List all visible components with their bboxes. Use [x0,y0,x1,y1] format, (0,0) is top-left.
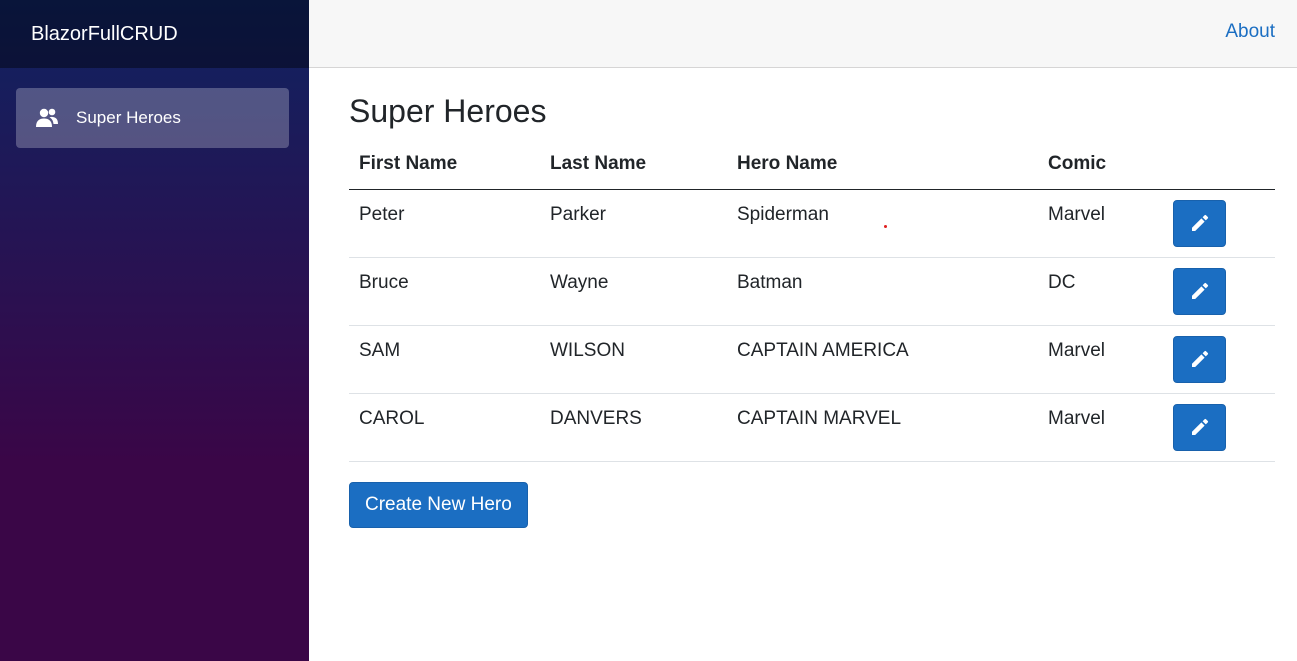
about-link[interactable]: About [1225,21,1275,43]
pencil-icon [1191,350,1208,367]
cell-actions [1163,393,1275,462]
create-new-hero-button[interactable]: Create New Hero [349,481,528,528]
people-icon [35,107,59,129]
cell-actions [1163,257,1275,326]
top-row: About [309,0,1297,68]
pencil-icon [1191,282,1208,299]
cell-hero-name: Batman [727,257,1038,326]
main-content: Super Heroes First Name Last Name Hero N… [349,68,1275,528]
table-row: Bruce Wayne Batman DC [349,257,1275,326]
sidebar-item-super-heroes[interactable]: Super Heroes [16,88,289,148]
heroes-table: First Name Last Name Hero Name Comic Pet… [349,143,1275,462]
column-header-first-name: First Name [349,143,540,190]
cell-comic: Marvel [1038,325,1163,394]
sidebar-nav: Super Heroes [0,68,309,148]
table-row: CAROL DANVERS CAPTAIN MARVEL Marvel [349,393,1275,462]
cell-comic: DC [1038,257,1163,326]
cell-hero-name: CAPTAIN MARVEL [727,393,1038,462]
table-row: Peter Parker Spiderman Marvel [349,189,1275,258]
edit-button[interactable] [1173,199,1226,247]
page-title: Super Heroes [349,93,547,129]
cell-last-name: Parker [540,189,727,258]
cell-last-name: Wayne [540,257,727,326]
edit-button[interactable] [1173,267,1226,315]
cell-actions [1163,189,1275,258]
cell-first-name: Bruce [349,257,540,326]
sidebar-item-label: Super Heroes [76,108,181,127]
cell-first-name: Peter [349,189,540,258]
cell-comic: Marvel [1038,189,1163,258]
app-root: BlazorFullCRUD Super Heroes About Super … [0,0,1297,661]
cell-hero-name: Spiderman [727,189,1038,258]
cell-first-name: CAROL [349,393,540,462]
edit-button[interactable] [1173,335,1226,383]
cursor-dot [884,225,887,228]
column-header-comic: Comic [1038,143,1163,190]
table-row: SAM WILSON CAPTAIN AMERICA Marvel [349,325,1275,394]
sidebar: BlazorFullCRUD Super Heroes [0,0,309,661]
cell-last-name: DANVERS [540,393,727,462]
edit-button[interactable] [1173,403,1226,451]
column-header-last-name: Last Name [540,143,727,190]
app-brand[interactable]: BlazorFullCRUD [31,23,178,46]
pencil-icon [1191,418,1208,435]
table-header-row: First Name Last Name Hero Name Comic [349,143,1275,190]
column-header-actions [1163,143,1275,190]
cell-first-name: SAM [349,325,540,394]
brand-bar: BlazorFullCRUD [0,0,309,68]
pencil-icon [1191,214,1208,231]
cell-actions [1163,325,1275,394]
cell-hero-name: CAPTAIN AMERICA [727,325,1038,394]
cell-last-name: WILSON [540,325,727,394]
cell-comic: Marvel [1038,393,1163,462]
column-header-hero-name: Hero Name [727,143,1038,190]
